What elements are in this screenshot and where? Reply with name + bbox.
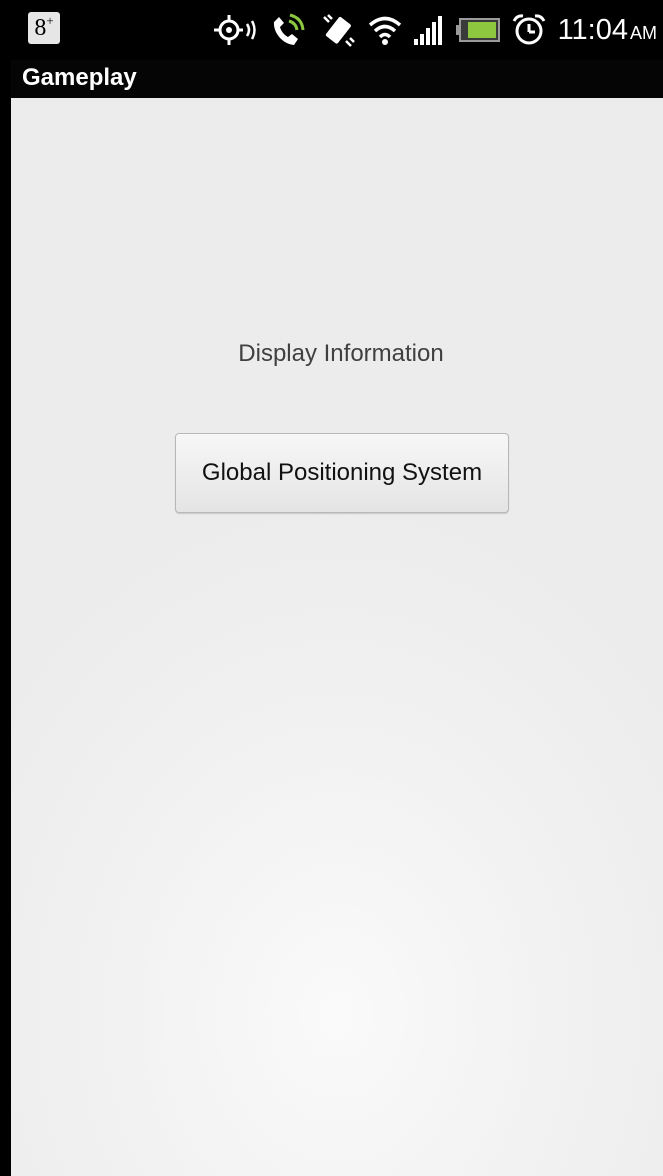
google-plus-badge-text: 8 xyxy=(34,15,47,41)
status-clock: 11:04 AM xyxy=(558,14,657,47)
status-bar: 8+ 11:04 AM xyxy=(11,0,663,60)
action-bar: Gameplay xyxy=(11,60,663,99)
battery-icon xyxy=(455,18,500,42)
action-bar-title: Gameplay xyxy=(22,64,137,91)
global-positioning-system-button[interactable]: Global Positioning System xyxy=(175,433,509,513)
status-icons: 11:04 AM xyxy=(213,0,663,60)
left-edge-strip xyxy=(0,0,11,1176)
vibrate-icon xyxy=(322,14,355,47)
google-plus-icon: 8+ xyxy=(28,12,60,44)
gps-icon xyxy=(213,15,256,45)
alarm-icon xyxy=(512,14,545,45)
status-time: 11:04 xyxy=(557,13,628,46)
phone-call-icon xyxy=(273,13,305,45)
google-plus-badge-sup: + xyxy=(46,13,54,28)
display-information-label: Display Information xyxy=(238,340,444,367)
wifi-icon xyxy=(368,16,401,45)
signal-icon xyxy=(413,16,442,45)
content-area: Display Information Global Positioning S… xyxy=(11,98,663,1176)
status-ampm: AM xyxy=(630,22,657,43)
screen: 8+ 11:04 AM Gameplay Display Information… xyxy=(0,0,663,1176)
